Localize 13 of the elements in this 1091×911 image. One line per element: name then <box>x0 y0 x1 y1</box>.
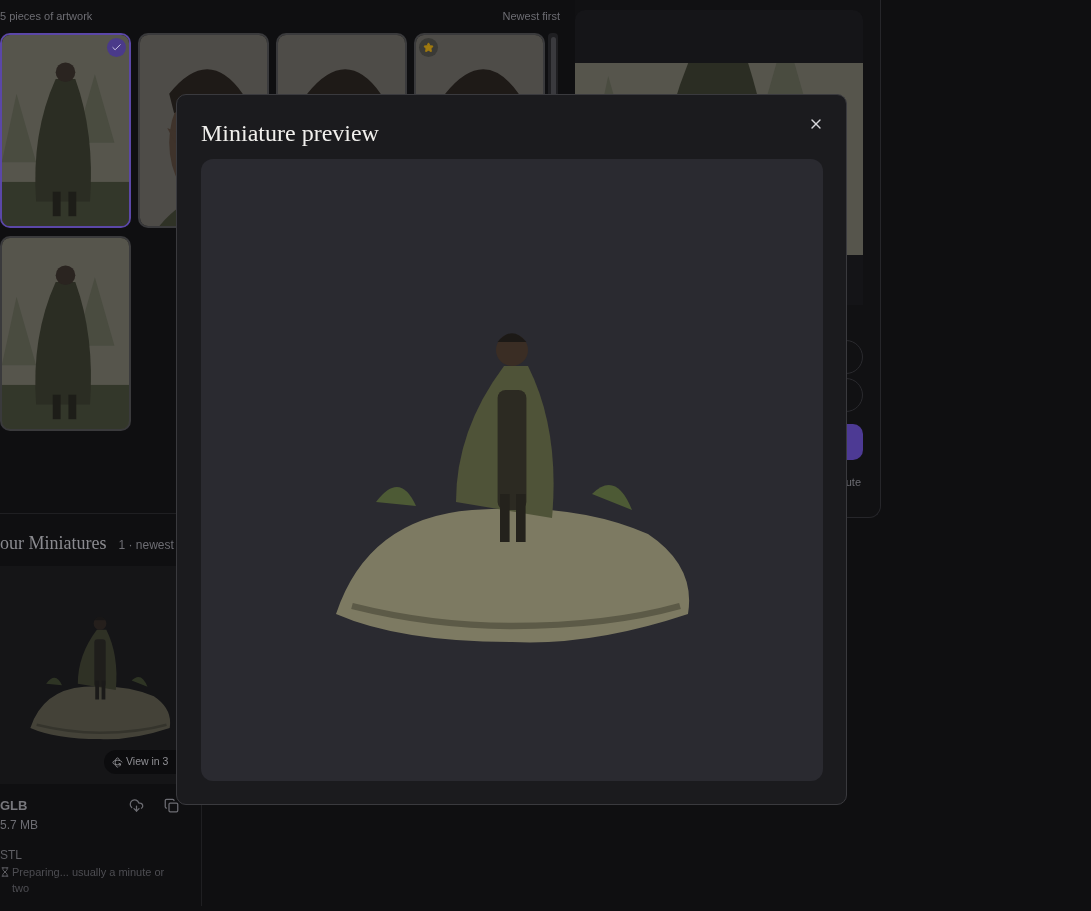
section-title: our Miniatures <box>0 532 107 555</box>
preview-viewport[interactable] <box>201 159 823 781</box>
dialog-title: Miniature preview <box>201 119 379 148</box>
miniature-meta: 1 · newest <box>118 537 174 554</box>
file-size: 5.7 MB <box>0 816 38 834</box>
rotate-3d-icon <box>112 756 123 768</box>
hourglass-icon <box>0 866 10 877</box>
view-3d-button[interactable]: View in 3 <box>104 750 177 774</box>
file-format: GLB <box>0 797 29 815</box>
file-format: STL <box>0 846 23 864</box>
file-status: Preparing... usually a minute or two <box>12 864 166 896</box>
artwork-count: 5 pieces of artwork <box>0 9 93 25</box>
sort-order[interactable]: Newest first <box>502 8 560 25</box>
